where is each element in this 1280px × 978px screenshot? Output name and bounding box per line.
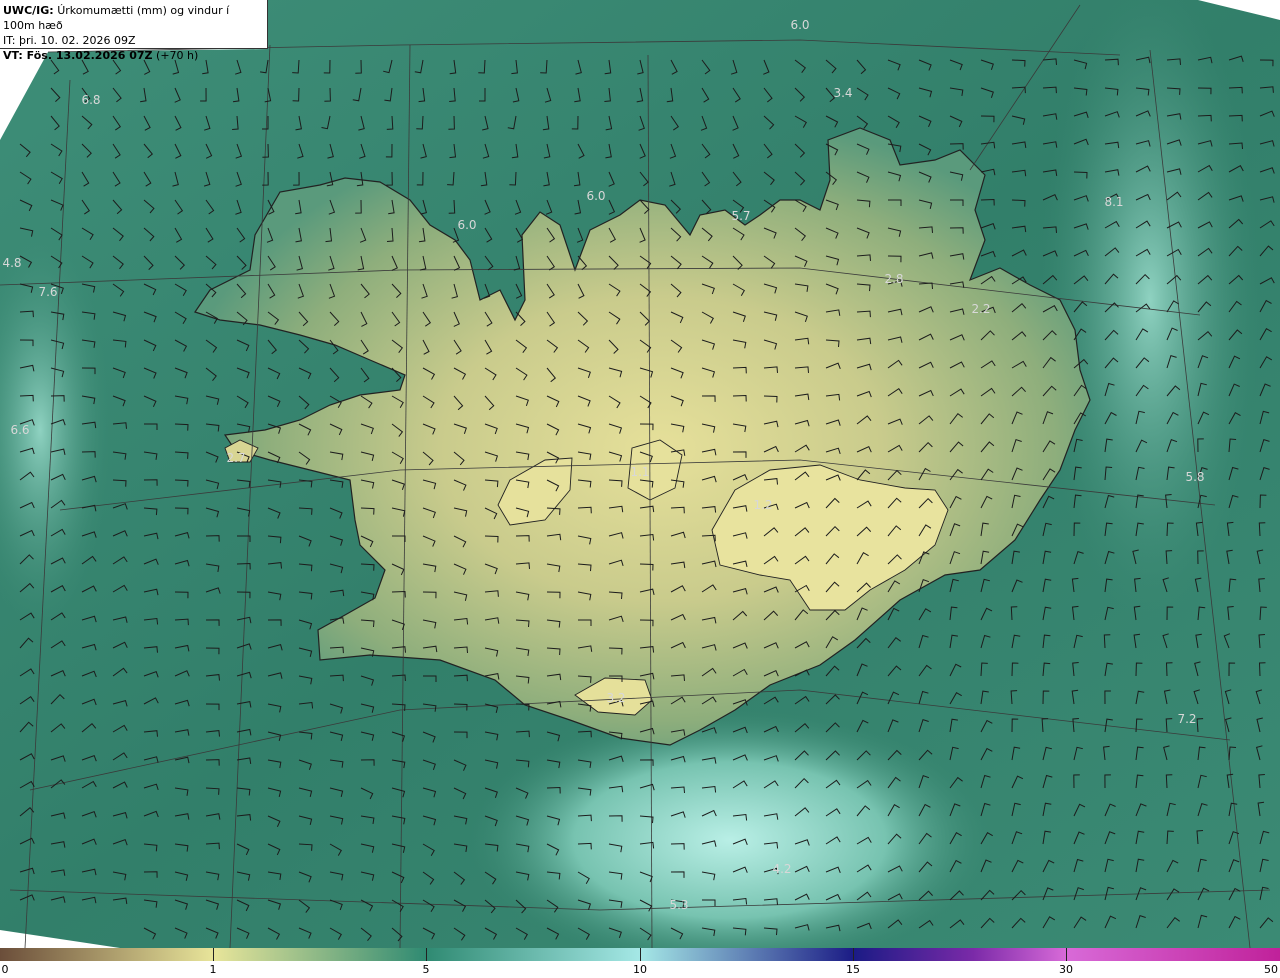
value-label: 5.7 bbox=[731, 209, 751, 223]
colorbar-tickmark bbox=[640, 948, 641, 961]
model-name: UWC/IG: bbox=[3, 4, 54, 17]
value-label: 4.8 bbox=[2, 256, 22, 270]
forecast-info-box: UWC/IG: Úrkomumætti (mm) og vindur í 100… bbox=[0, 0, 268, 62]
colorbar-tick-label: 1 bbox=[209, 963, 217, 976]
colorbar-tick-label: 10 bbox=[633, 963, 647, 976]
valid-time-line: VT: Fös. 13.02.2026 07Z (+70 h) bbox=[3, 48, 264, 63]
colorbar-tick-label: 50 bbox=[1264, 963, 1278, 976]
value-label: 4.2 bbox=[772, 862, 792, 876]
value-label: 3.2 bbox=[606, 691, 626, 705]
value-label: 2.2 bbox=[971, 302, 991, 316]
valid-time: VT: Fös. 13.02.2026 07Z bbox=[3, 49, 153, 62]
colorbar-tickmark bbox=[213, 948, 214, 961]
lead-time: (+70 h) bbox=[156, 49, 199, 62]
value-label: 8.1 bbox=[1104, 195, 1124, 209]
value-label: 6.0 bbox=[457, 218, 477, 232]
value-label: 2.7 bbox=[226, 451, 246, 465]
colorbar-tick-label: 30 bbox=[1059, 963, 1073, 976]
value-label: 5.3 bbox=[669, 898, 689, 912]
colorbar-tickmark bbox=[853, 948, 854, 961]
value-label: 6.6 bbox=[10, 423, 30, 437]
colorbar-tick-label: 15 bbox=[846, 963, 860, 976]
value-label: 6.0 bbox=[790, 18, 810, 32]
value-label: 7.2 bbox=[1177, 712, 1197, 726]
value-label: 3.4 bbox=[833, 86, 853, 100]
colorbar-tickmark bbox=[426, 948, 427, 961]
value-label: 1.2 bbox=[753, 498, 773, 512]
colorbar-tick-label: 5 bbox=[422, 963, 430, 976]
colorbar-tick-label: 0 bbox=[1, 963, 9, 976]
value-label: 7.6 bbox=[38, 285, 58, 299]
colorbar: 0 1 5 10 15 30 50 bbox=[0, 948, 1280, 978]
value-label: 2.8 bbox=[884, 272, 904, 286]
init-time: IT: þri. 10. 02. 2026 09Z bbox=[3, 34, 136, 47]
colorbar-tickmark bbox=[1066, 948, 1067, 961]
value-label: 6.8 bbox=[81, 93, 101, 107]
title-line: UWC/IG: Úrkomumætti (mm) og vindur í 100… bbox=[3, 3, 264, 33]
east-precip-area bbox=[1040, 0, 1260, 620]
value-label: 1.1 bbox=[630, 465, 650, 479]
value-label: 5.8 bbox=[1185, 470, 1205, 484]
value-label: 6.0 bbox=[586, 189, 606, 203]
